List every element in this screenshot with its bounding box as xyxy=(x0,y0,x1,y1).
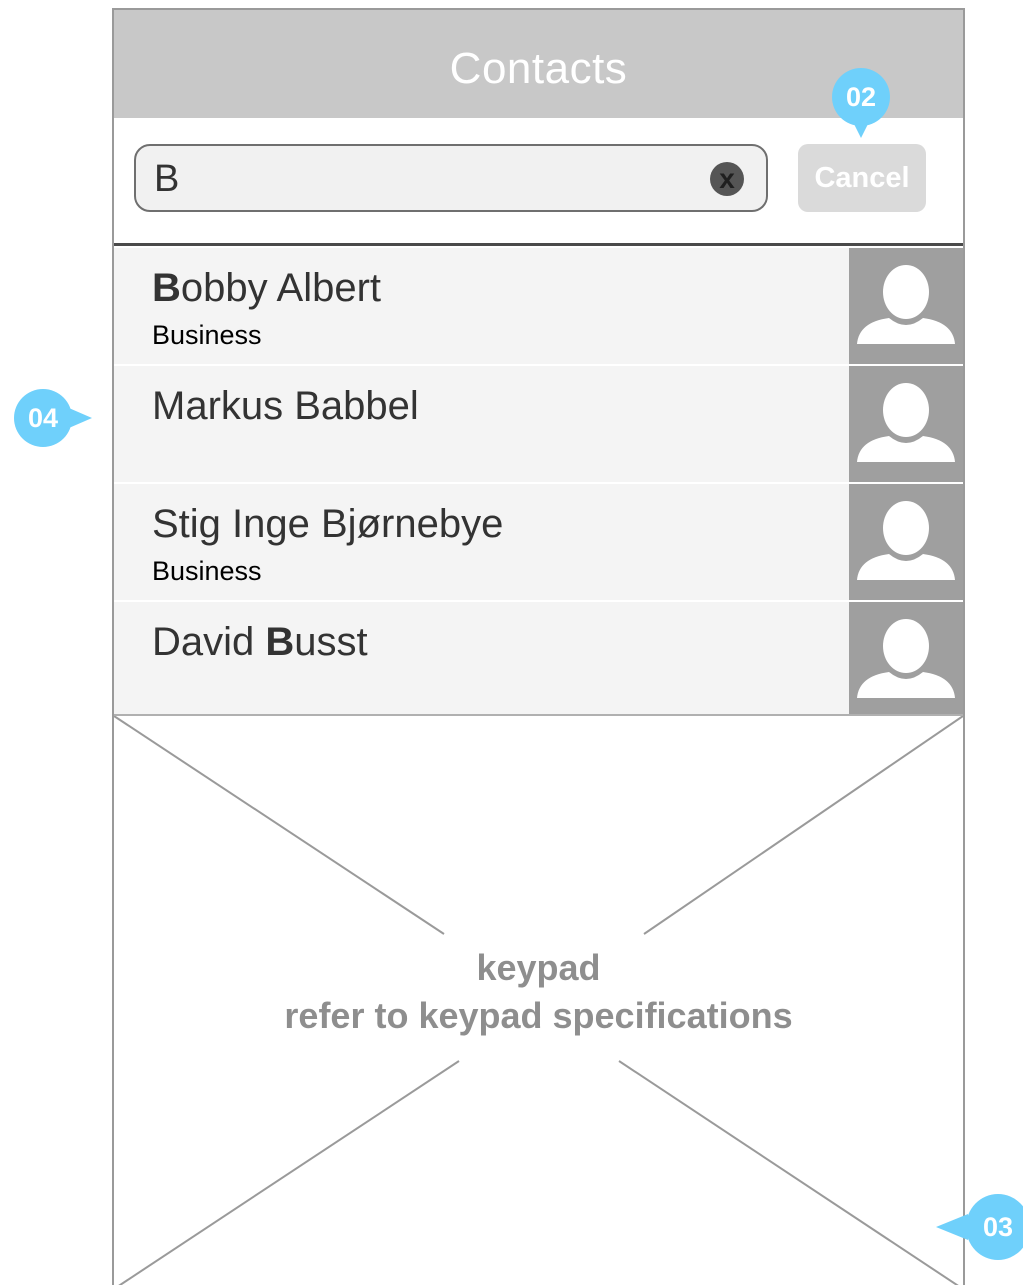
search-input[interactable]: B x xyxy=(134,144,768,212)
contact-row[interactable]: Stig Inge Bjørnebye Business xyxy=(114,484,963,602)
contact-name: Stig Inge Bjørnebye xyxy=(152,502,503,547)
search-input-value: B xyxy=(154,158,180,200)
keypad-label-line2: refer to keypad specifications xyxy=(284,995,793,1036)
contact-name: David Busst xyxy=(152,620,368,665)
keypad-label-line1: keypad xyxy=(476,947,601,988)
search-bar: B x Cancel xyxy=(114,118,963,248)
contact-name-rest: usst xyxy=(294,620,368,664)
callout-03: 03 xyxy=(936,1194,1023,1260)
contact-name-highlight: B xyxy=(152,266,181,310)
person-icon xyxy=(849,484,963,600)
contact-name-prefix: Markus Babbel xyxy=(152,384,419,428)
contact-name-prefix: David xyxy=(152,620,266,664)
contact-name: Markus Babbel xyxy=(152,384,419,429)
person-icon xyxy=(849,366,963,482)
keypad-label: keypad refer to keypad specifications xyxy=(114,944,963,1040)
contact-name-highlight: B xyxy=(265,620,295,664)
person-icon xyxy=(849,602,963,718)
cancel-button[interactable]: Cancel xyxy=(798,144,926,212)
callout-02: 02 xyxy=(832,68,890,138)
callout-04: 04 xyxy=(14,389,92,447)
contact-name: Bobby Albert xyxy=(152,266,381,311)
keypad-placeholder: keypad refer to keypad specifications xyxy=(114,714,963,1285)
clear-icon[interactable]: x xyxy=(710,162,744,196)
contact-row[interactable]: Markus Babbel xyxy=(114,366,963,484)
phone-frame: Contacts B x Cancel Bobby Albert Busines… xyxy=(112,8,965,1285)
page-title: Contacts xyxy=(449,44,628,93)
contact-row[interactable]: David Busst xyxy=(114,602,963,720)
person-icon xyxy=(849,248,963,364)
contact-name-rest: obby Albert xyxy=(180,266,382,310)
clear-icon-glyph: x xyxy=(719,163,735,194)
contact-row[interactable]: Bobby Albert Business xyxy=(114,248,963,366)
contact-subtitle: Business xyxy=(152,320,262,350)
contact-name-prefix: Stig Inge Bjørnebye xyxy=(152,502,504,546)
contact-subtitle: Business xyxy=(152,556,262,586)
contact-list: Bobby Albert Business Markus Babbel Stig… xyxy=(114,248,963,720)
divider xyxy=(114,243,963,246)
